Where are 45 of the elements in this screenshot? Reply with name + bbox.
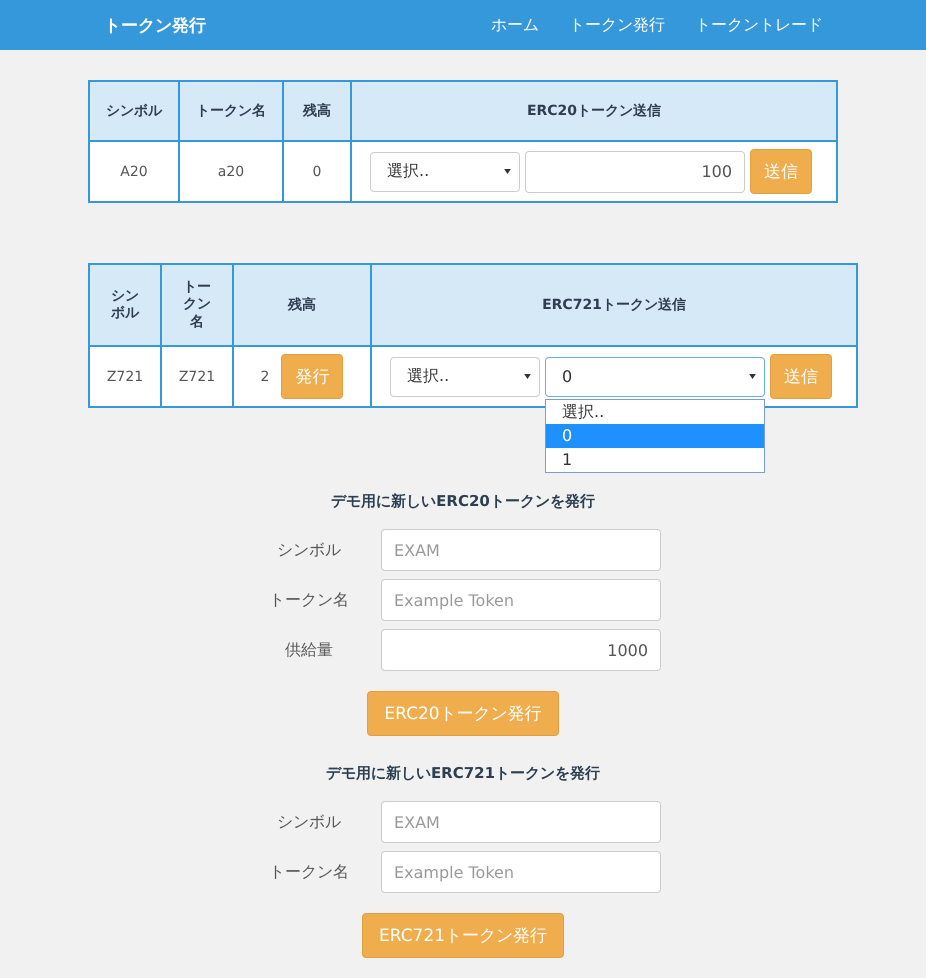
field-label: トークン名: [268, 590, 350, 610]
amount-field[interactable]: 100: [525, 150, 745, 192]
input-field[interactable]: EXAM: [381, 801, 661, 843]
mint-button[interactable]: 発行: [281, 354, 344, 399]
input-field[interactable]: Example Token: [381, 579, 661, 621]
issue-button[interactable]: ERC721トークン発行: [362, 913, 564, 958]
dropdown-option[interactable]: 0: [546, 424, 764, 448]
column-header: シンボル: [110, 288, 140, 322]
balance-text: 2: [260, 368, 270, 384]
caret-icon: [524, 374, 531, 379]
table-cell: A20: [89, 141, 179, 202]
table-cell: a20: [179, 141, 283, 202]
table-cell: Z721: [89, 346, 161, 407]
input-field[interactable]: Example Token: [381, 851, 661, 893]
caret-icon: [504, 169, 511, 174]
field-label: トークン名: [268, 862, 350, 882]
form-title: デモ用に新しいERC20トークンを発行: [331, 492, 595, 511]
column-header: ERC721トークン送信: [542, 296, 686, 314]
table-cell: Z721: [161, 346, 233, 407]
brand-title[interactable]: トークン発行: [104, 14, 206, 36]
field-label: シンボル: [276, 812, 342, 832]
nav-link[interactable]: トークントレード: [695, 14, 823, 36]
nav-link[interactable]: トークン発行: [569, 14, 665, 36]
column-header: トークン名: [179, 81, 283, 141]
column-header: 残高: [283, 81, 351, 141]
column-header: トークン名: [182, 278, 212, 332]
column-header: 残高: [288, 296, 316, 314]
nav-link[interactable]: ホーム: [491, 14, 539, 36]
caret-icon: [749, 374, 756, 379]
column-header: ERC20トークン送信: [351, 81, 837, 141]
input-field[interactable]: 1000: [381, 629, 661, 671]
form-title: デモ用に新しいERC721トークンを発行: [326, 764, 600, 783]
field-label: シンボル: [276, 540, 342, 560]
send-button[interactable]: 送信: [770, 354, 832, 399]
token-id-select[interactable]: 0: [545, 356, 765, 396]
recipient-select[interactable]: 選択..: [370, 152, 520, 192]
table-cell: 0: [283, 141, 351, 202]
send-button[interactable]: 送信: [750, 149, 812, 194]
dropdown-option[interactable]: 選択..: [546, 400, 764, 424]
input-field[interactable]: EXAM: [381, 529, 661, 571]
field-label: 供給量: [284, 640, 334, 660]
issue-button[interactable]: ERC20トークン発行: [367, 691, 559, 736]
recipient-select[interactable]: 選択..: [390, 356, 540, 396]
column-header: シンボル: [89, 81, 179, 141]
dropdown-option[interactable]: 1: [546, 448, 764, 472]
